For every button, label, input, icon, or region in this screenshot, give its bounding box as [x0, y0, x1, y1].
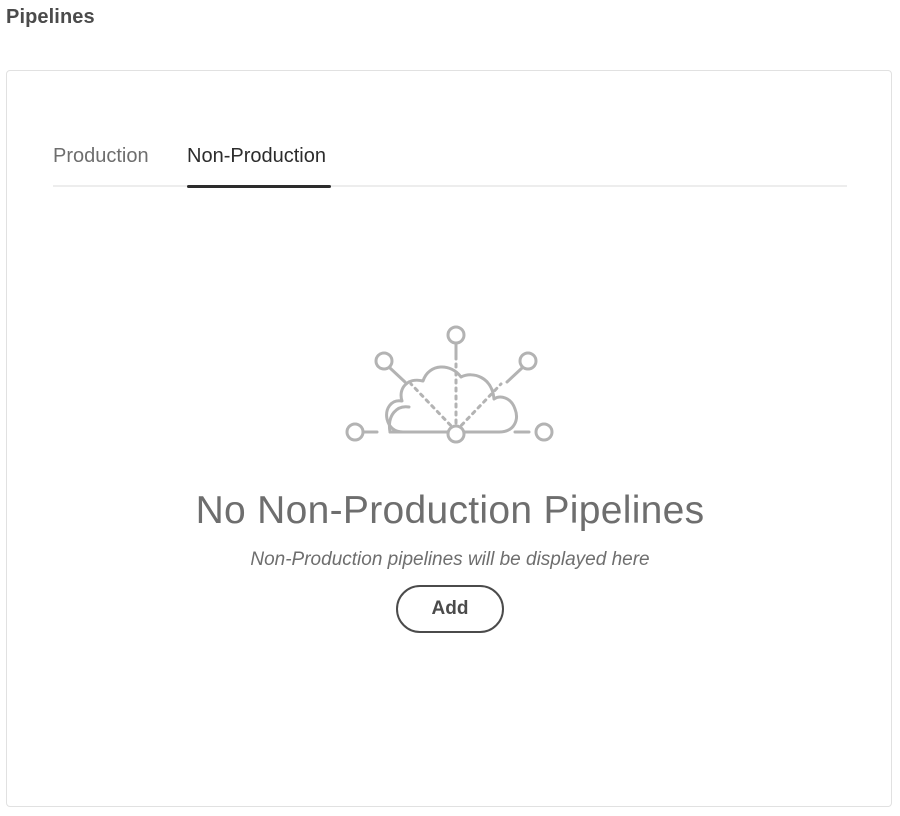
pipelines-card: Production Non-Production No Non-Product… [6, 70, 892, 807]
empty-state-description: Non-Production pipelines will be display… [250, 549, 650, 570]
empty-state-heading: No Non-Production Pipelines [195, 489, 705, 532]
tab-selected-indicator [187, 185, 331, 188]
tab-list: Production Non-Production [53, 135, 847, 189]
page-title: Pipelines [6, 6, 95, 28]
tab-non-production[interactable]: Non-Production [187, 139, 326, 189]
tab-production[interactable]: Production [53, 139, 149, 189]
add-pipeline-button[interactable]: Add [396, 585, 504, 633]
cloud-network-icon [345, 325, 554, 444]
